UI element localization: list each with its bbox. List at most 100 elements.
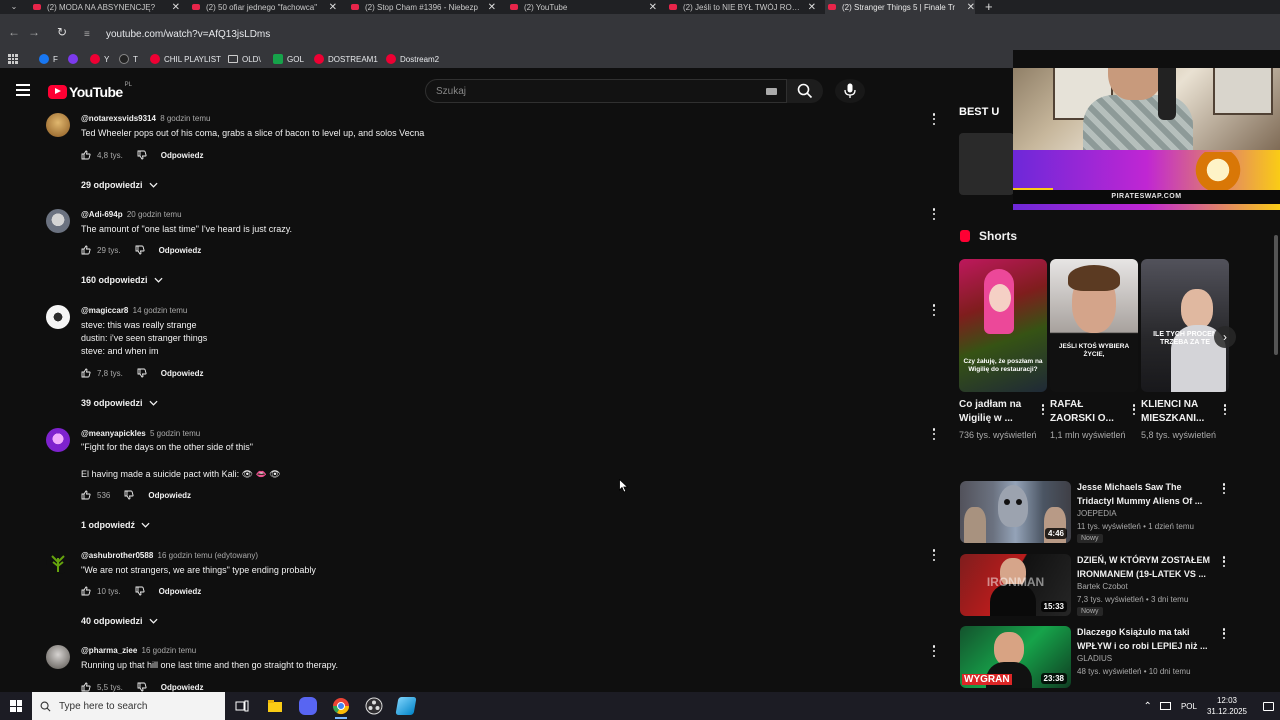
comment-time[interactable]: 14 godzin temu — [133, 306, 188, 315]
close-tab-icon[interactable]: ✕ — [808, 2, 816, 13]
search-button[interactable] — [787, 79, 823, 103]
notification-icon[interactable] — [1263, 701, 1274, 711]
avatar[interactable] — [46, 550, 70, 574]
bookmark-twitch[interactable] — [68, 53, 82, 65]
related-video[interactable]: IRONMAN 15:33 DZIEŃ, W KTÓRYM ZOSTAŁEM I… — [960, 554, 1240, 618]
apps-grid-icon[interactable] — [8, 54, 18, 64]
chrome-icon[interactable] — [332, 697, 350, 719]
comment-more-icon[interactable] — [931, 208, 937, 220]
comment-author[interactable]: @ashubrother0588 — [81, 551, 153, 560]
reply-button[interactable]: Odpowiedz — [161, 683, 204, 692]
like-icon[interactable] — [81, 368, 91, 378]
bookmark-dostream1[interactable]: DOSTREAM1 — [314, 53, 378, 65]
obs-icon[interactable] — [365, 697, 383, 715]
reply-button[interactable]: Odpowiedz — [161, 151, 204, 160]
comment-more-icon[interactable] — [931, 113, 937, 125]
short-card[interactable]: ILE TYCH PROCEN TRZEBA ZA TE KLIENCI NA … — [1141, 259, 1229, 442]
comment-author[interactable]: @Adi-694p — [81, 210, 123, 219]
short-title[interactable]: KLIENCI NA MIESZKANI... — [1141, 398, 1211, 426]
page-scrollbar[interactable] — [1274, 235, 1278, 355]
short-more-icon[interactable] — [1132, 404, 1136, 415]
short-title[interactable]: RAFAŁ ZAORSKI O... — [1050, 398, 1120, 426]
forward-icon[interactable]: → — [26, 24, 42, 40]
short-title[interactable]: Co jadłam na Wigilię w ... — [959, 398, 1029, 426]
avatar[interactable] — [46, 428, 70, 452]
comment-author[interactable]: @pharma_ziee — [81, 646, 137, 655]
comment-author[interactable]: @magiccar8 — [81, 306, 128, 315]
replies-toggle[interactable]: 40 odpowiedzi — [81, 616, 158, 626]
bookmark-dostream2[interactable]: Dostream2 — [386, 53, 439, 65]
windows-start-icon[interactable] — [10, 700, 22, 712]
close-tab-icon[interactable]: ✕ — [488, 2, 496, 13]
close-tab-icon[interactable]: ✕ — [329, 2, 337, 13]
task-view-icon[interactable] — [233, 697, 251, 715]
comment-author[interactable]: @meanyapickles — [81, 429, 146, 438]
like-icon[interactable] — [81, 682, 91, 692]
chevron-up-icon[interactable]: ⌃ — [1144, 701, 1152, 712]
reply-button[interactable]: Odpowiedz — [148, 491, 191, 500]
replies-toggle[interactable]: 39 odpowiedzi — [81, 398, 158, 408]
youtube-logo[interactable]: YouTube PL — [48, 82, 132, 100]
video-title[interactable]: Dlaczego Książulo ma taki WPŁYW i co rob… — [1077, 626, 1217, 653]
network-icon[interactable] — [1159, 702, 1171, 710]
file-explorer-icon[interactable] — [266, 697, 284, 715]
dislike-icon[interactable] — [135, 245, 145, 255]
browser-tab[interactable]: (2) Stop Cham #1396 - Niebezp ✕ — [348, 0, 496, 14]
like-icon[interactable] — [81, 586, 91, 596]
related-video[interactable]: 4:46 Jesse Michaels Saw The Tridactyl Mu… — [960, 481, 1240, 545]
video-more-icon[interactable] — [1222, 628, 1226, 639]
shorts-next-button[interactable]: › — [1214, 326, 1236, 348]
short-more-icon[interactable] — [1223, 404, 1227, 415]
browser-tab[interactable]: (2) 50 ofiar jednego "fachowca" ✕ — [189, 0, 337, 14]
close-tab-icon[interactable]: ✕ — [649, 2, 657, 13]
bookmark-gol[interactable]: GOL — [273, 53, 304, 65]
hamburger-menu-icon[interactable] — [16, 84, 30, 96]
reply-button[interactable]: Odpowiedz — [159, 587, 202, 596]
dislike-icon[interactable] — [137, 150, 147, 160]
video-more-icon[interactable] — [1222, 483, 1226, 494]
video-channel[interactable]: GLADIUS — [1077, 654, 1112, 663]
browser-tab[interactable]: (2) Jeśli to NIE BYŁ TWÓJ ROK c ✕ — [666, 0, 816, 14]
video-thumbnail[interactable]: IRONMAN 15:33 — [960, 554, 1071, 616]
short-card[interactable]: Czy żałuję, że poszłam na Wigilię do res… — [959, 259, 1047, 442]
replies-toggle[interactable]: 1 odpowiedź — [81, 520, 150, 530]
video-title[interactable]: DZIEŃ, W KTÓRYM ZOSTAŁEM IRONMANEM (19-L… — [1077, 554, 1217, 581]
avatar[interactable] — [46, 305, 70, 329]
avatar[interactable] — [46, 209, 70, 233]
back-icon[interactable]: ← — [6, 24, 22, 40]
keyboard-icon[interactable] — [766, 88, 777, 95]
replies-toggle[interactable]: 29 odpowiedzi — [81, 180, 158, 190]
comment-time[interactable]: 8 godzin temu — [160, 114, 210, 123]
dislike-icon[interactable] — [137, 368, 147, 378]
video-title[interactable]: Jesse Michaels Saw The Tridactyl Mummy A… — [1077, 481, 1217, 508]
new-tab-button[interactable]: + — [985, 0, 993, 14]
clock[interactable]: 12:03 31.12.2025 — [1207, 695, 1247, 717]
comment-time[interactable]: 20 godzin temu — [127, 210, 182, 219]
reply-button[interactable]: Odpowiedz — [161, 369, 204, 378]
bookmark-folder-old[interactable]: OLD\ — [228, 53, 261, 65]
video-thumbnail[interactable]: 4:46 — [960, 481, 1071, 543]
voice-search-button[interactable] — [835, 79, 865, 103]
taskbar-search[interactable]: Type here to search — [32, 692, 225, 720]
browser-tab[interactable]: (2) YouTube ✕ — [507, 0, 657, 14]
like-icon[interactable] — [81, 245, 91, 255]
browser-tab[interactable]: (2) MODA NA ABSYNENCJĘ? ✕ — [30, 0, 180, 14]
comment-time[interactable]: 16 godzin temu — [142, 646, 197, 655]
related-video[interactable]: WYGRAN 23:38 Dlaczego Książulo ma taki W… — [960, 626, 1240, 690]
reload-icon[interactable]: ↻ — [54, 24, 70, 40]
avatar[interactable] — [46, 113, 70, 137]
bookmark-youtube[interactable]: Y — [90, 53, 109, 65]
dislike-icon[interactable] — [124, 490, 134, 500]
reply-button[interactable]: Odpowiedz — [159, 246, 202, 255]
short-thumbnail[interactable]: ILE TYCH PROCEN TRZEBA ZA TE — [1141, 259, 1229, 392]
short-card[interactable]: JEŚLI KTOŚ WYBIERA ŻYCIE, RAFAŁ ZAORSKI … — [1050, 259, 1138, 442]
video-channel[interactable]: JOEPEDIA — [1077, 509, 1117, 518]
like-icon[interactable] — [81, 150, 91, 160]
comment-more-icon[interactable] — [931, 428, 937, 440]
browser-tab-active[interactable]: (2) Stranger Things 5 | Finale Tr ✕ — [825, 0, 975, 14]
comment-more-icon[interactable] — [931, 549, 937, 561]
bookmark-x[interactable]: T — [119, 53, 138, 65]
address-bar[interactable]: ≡ youtube.com/watch?v=AfQ13jsLDms — [78, 24, 1013, 44]
ad-headline[interactable]: BEST U — [959, 106, 999, 118]
tab-search-icon[interactable]: ⌄ — [8, 1, 20, 13]
